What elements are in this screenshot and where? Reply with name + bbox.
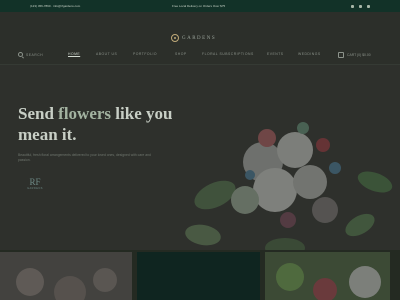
featured-card-arrangement[interactable] (265, 252, 390, 300)
bouquet-image (185, 122, 393, 250)
headline-part: Send (18, 104, 59, 123)
nav-about-us[interactable]: ABOUT US (96, 52, 117, 56)
nav-portfolio[interactable]: PORTFOLIO (133, 52, 157, 56)
social-links (351, 4, 370, 8)
instagram-icon[interactable] (359, 4, 362, 8)
hero-brand-logo: RF GARDENS (25, 177, 45, 191)
featured-card-subscriptions[interactable] (137, 252, 260, 300)
site-logo[interactable]: GARDENS (171, 33, 216, 43)
hero-section: Send flowers like you mean it. Beautiful… (0, 65, 400, 250)
facebook-icon[interactable] (351, 4, 354, 8)
logo-flower-icon (171, 34, 179, 42)
brand-subtitle: GARDENS (27, 187, 43, 190)
cart-icon (338, 52, 344, 58)
card-arrangement-image (276, 263, 381, 300)
brand-monogram: RF (29, 177, 41, 187)
nav-home[interactable]: HOME (68, 52, 80, 56)
contact-info: (123) 456-7890 · info@rfgardens.com (30, 4, 81, 8)
card-flowers-image (16, 268, 117, 300)
hero-subtext: Beautiful, fresh floral arrangements del… (18, 153, 151, 162)
nav-shop[interactable]: SHOP (175, 52, 187, 56)
nav-floral-subscriptions[interactable]: FLORAL SUBSCRIPTIONS (202, 52, 254, 56)
nav-weddings[interactable]: WEDDINGS (298, 52, 321, 56)
cart-button[interactable]: CART (0) $0.00 (338, 52, 371, 58)
cart-label: CART (0) $0.00 (347, 53, 371, 57)
pinterest-icon[interactable] (367, 4, 370, 8)
top-bar: (123) 456-7890 · info@rfgardens.com Free… (0, 0, 400, 12)
logo-text: GARDENS (182, 35, 217, 41)
nav-events[interactable]: EVENTS (267, 52, 284, 56)
featured-card-flowers[interactable] (0, 252, 132, 300)
promo-text: Free Local Delivery on Orders Over $75 (172, 4, 226, 8)
headline-accent: flowers (58, 104, 112, 123)
hero-headline: Send flowers like you mean it. (18, 103, 178, 145)
